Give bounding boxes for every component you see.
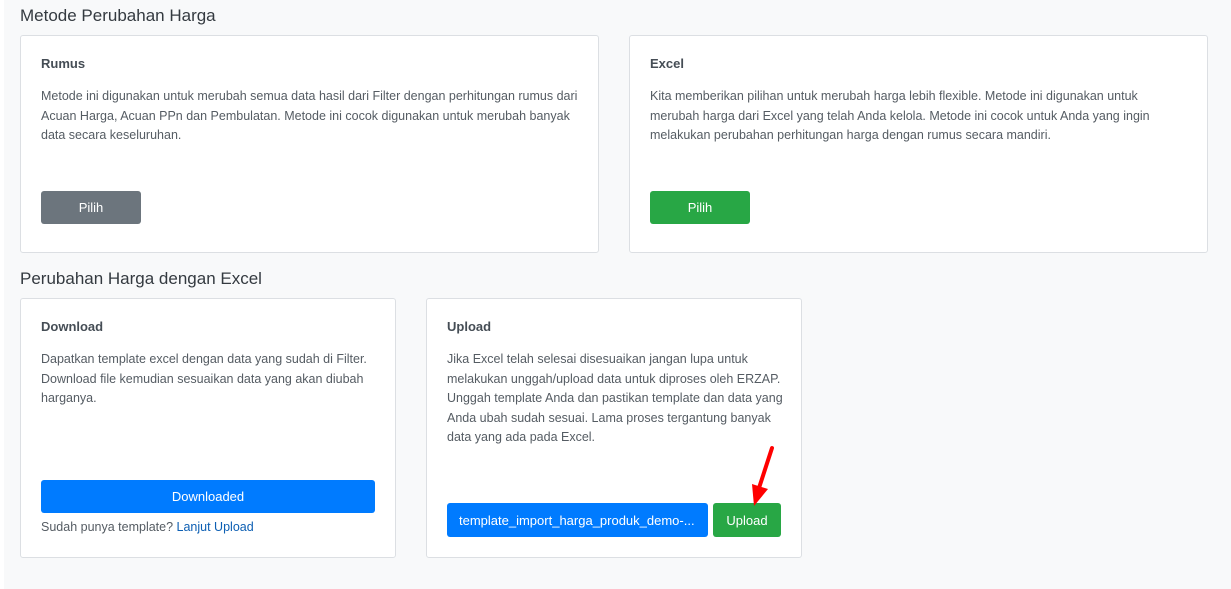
methods-section-title: Metode Perubahan Harga	[20, 6, 216, 25]
upload-card-text: Jika Excel telah selesai disesuaikan jan…	[447, 352, 783, 444]
file-select-button[interactable]: template_import_harga_produk_demo-...	[447, 503, 708, 537]
upload-hint-text: Sudah punya template?	[41, 520, 174, 534]
rumus-card: Rumus Metode ini digunakan untuk merubah…	[20, 35, 599, 253]
rumus-select-button[interactable]: Pilih	[41, 191, 141, 224]
upload-card: Upload Jika Excel telah selesai disesuai…	[426, 298, 802, 558]
download-card: Download Dapatkan template excel dengan …	[20, 298, 396, 558]
rumus-card-text: Metode ini digunakan untuk merubah semua…	[41, 89, 578, 142]
download-card-title: Download	[41, 319, 104, 334]
excel-card-text: Kita memberikan pilihan untuk merubah ha…	[650, 89, 1150, 142]
excel-section-title: Perubahan Harga dengan Excel	[20, 269, 262, 288]
download-card-text: Dapatkan template excel dengan data yang…	[41, 352, 367, 405]
upload-hint: Sudah punya template? Lanjut Upload	[41, 520, 254, 534]
continue-upload-link[interactable]: Lanjut Upload	[177, 520, 254, 534]
excel-card-title: Excel	[650, 56, 684, 71]
upload-card-title: Upload	[447, 319, 492, 334]
annotation-arrow-icon	[752, 446, 774, 506]
excel-select-button[interactable]: Pilih	[650, 191, 750, 224]
excel-card: Excel Kita memberikan pilihan untuk meru…	[629, 35, 1208, 253]
download-template-button[interactable]: Downloaded	[41, 480, 375, 513]
rumus-card-title: Rumus	[41, 56, 86, 71]
